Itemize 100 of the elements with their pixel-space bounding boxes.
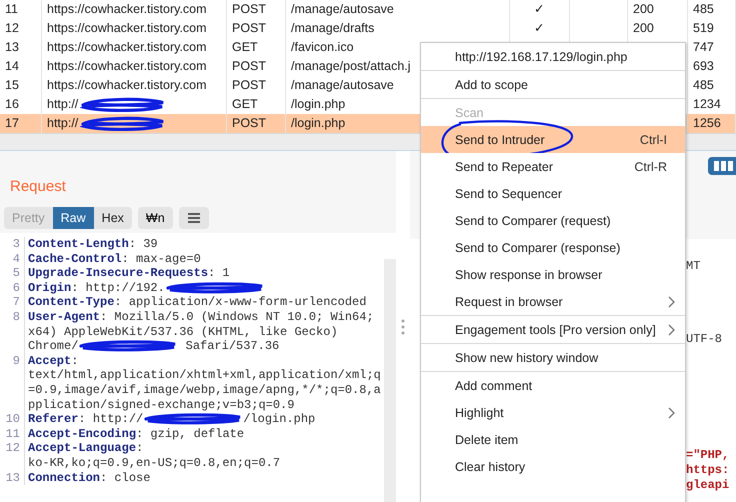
table-cell: GET <box>227 38 286 57</box>
menu-item[interactable]: http://192.168.17.129/login.php <box>421 43 685 70</box>
header-name: Cache-Control <box>28 252 122 266</box>
newline-toggle-button[interactable]: ₩n <box>138 207 173 229</box>
menu-item[interactable]: Delete item <box>421 426 685 453</box>
menu-item[interactable]: Send to Intruder Ctrl-I <box>421 126 685 153</box>
menu-item[interactable]: Clear history <box>421 453 685 480</box>
panel-title: Request <box>10 178 67 195</box>
table-cell: 747 <box>688 38 736 57</box>
line-number: 10 <box>0 412 25 427</box>
table-cell: POST <box>227 57 286 76</box>
code-text: UTF-8 <box>686 332 724 346</box>
chevron-right-icon <box>668 296 675 308</box>
table-cell: 11 <box>0 0 42 19</box>
line-number: 5 <box>0 266 25 281</box>
line-number: 6 <box>0 280 25 296</box>
line-number: 3 <box>0 237 25 252</box>
code-text: https: <box>686 462 730 478</box>
line-number: 8 <box>0 310 25 325</box>
menu-item[interactable]: Send to Comparer (response) <box>421 234 685 261</box>
line-number: 4 <box>0 252 25 266</box>
menu-item[interactable]: Add to scope <box>421 71 685 98</box>
table-cell: 14 <box>0 57 42 76</box>
code-text: : application/x-www-form-urlencoded <box>114 295 366 310</box>
line-number: 11 <box>0 426 25 442</box>
line-number: 9 <box>0 354 25 368</box>
code-text: : http://192. <box>71 280 165 296</box>
code-text: : <box>71 354 78 368</box>
header-name: Referer <box>28 412 78 427</box>
header-name: Content-Length <box>28 237 129 252</box>
menu-item[interactable]: Highlight <box>421 399 685 426</box>
table-cell: 693 <box>688 57 736 76</box>
header-name: Connection <box>28 470 100 486</box>
menu-item[interactable]: Show new history window <box>421 344 685 371</box>
line-number: 12 <box>0 441 25 456</box>
code-text: ="PHP, <box>686 448 730 463</box>
table-cell: /manage/drafts <box>286 19 510 38</box>
table-cell: 485 <box>688 0 736 19</box>
menu-item[interactable]: Send to Sequencer <box>421 180 685 207</box>
code-text: : http:// <box>78 412 144 427</box>
shortcut-label: Ctrl-R <box>634 160 667 174</box>
table-cell: 12 <box>0 19 42 38</box>
table-cell: https://cowhacker.tistory.com <box>42 19 227 38</box>
line-number: 7 <box>0 295 25 310</box>
code-text: : 1 <box>208 266 230 281</box>
table-cell: https://cowhacker.tistory.com <box>42 38 227 57</box>
code-text: : Mozilla/5.0 (Windows NT 10.0; Win64; <box>100 310 374 325</box>
view-tab[interactable]: Raw <box>52 207 94 229</box>
header-name: Content-Type <box>28 295 114 310</box>
header-name: Origin <box>28 280 72 296</box>
header-name: Accept <box>28 354 72 368</box>
shortcut-label: Ctrl-I <box>640 132 667 146</box>
menu-item[interactable]: Send to Repeater Ctrl-R <box>421 153 685 180</box>
grip-icon <box>401 319 405 335</box>
code-text: : 39 <box>128 237 158 252</box>
table-cell: 200 <box>628 0 688 19</box>
code-text: MT <box>686 258 702 274</box>
table-cell: POST <box>227 19 286 38</box>
table-cell: POST <box>227 76 286 95</box>
code-text: : max-age=0 <box>122 252 201 266</box>
code-text: gleapi <box>686 478 730 492</box>
table-cell: 485 <box>688 76 736 95</box>
header-name: Upgrade-Insecure-Requests <box>28 266 208 281</box>
code-text: Safari/537.36 <box>184 339 280 354</box>
layout-toggle-button[interactable] <box>708 157 736 175</box>
code-text: : gzip, deflate <box>136 426 244 442</box>
table-cell: https://cowhacker.tistory.com <box>42 57 227 76</box>
code-text: ko-KR,ko;q=0.9,en-US;q=0.8,en;q=0.7 <box>28 456 280 470</box>
table-cell: ✓ <box>510 0 570 19</box>
menu-icon <box>188 213 200 223</box>
menu-button[interactable] <box>178 207 209 229</box>
menu-item[interactable]: Engagement tools [Pro version only] <box>421 316 685 343</box>
header-name: User-Agent <box>28 310 100 325</box>
code-text: x64) AppleWebKit/537.36 (KHTML, like Gecko) <box>28 324 338 340</box>
code-text: pplication/signed-exchange;v=b3;q=0.9 <box>28 398 294 412</box>
table-cell: https://cowhacker.tistory.com <box>42 76 227 95</box>
table-cell: 15 <box>0 76 42 95</box>
table-cell: ✓ <box>510 19 570 38</box>
header-name: Accept-Encoding <box>28 426 136 442</box>
code-text: : close <box>100 470 150 486</box>
code-text: : <box>136 441 144 456</box>
header-name: Accept-Language <box>28 441 136 456</box>
table-cell: POST <box>227 0 286 19</box>
menu-item[interactable]: Show response in browser <box>421 261 685 288</box>
code-text: text/html,application/xhtml+xml,application/xml;q <box>28 368 381 383</box>
code-text: Chrome/ <box>28 339 78 354</box>
line-number: 13 <box>0 470 25 486</box>
menu-item[interactable]: Send to Comparer (request) <box>421 207 685 234</box>
table-cell: https://cowhacker.tistory.com <box>42 0 227 19</box>
code-text: /login.php <box>243 412 316 427</box>
chevron-right-icon <box>668 406 675 418</box>
columns-icon <box>714 161 734 171</box>
chevron-right-icon <box>668 324 675 336</box>
table-cell: 13 <box>0 38 42 57</box>
code-text: =0.9,image/avif,image/webp,image/apng,*/*;q=0.8,a <box>28 382 381 398</box>
menu-item[interactable]: Request in browser <box>421 288 685 315</box>
menu-item[interactable]: Add comment <box>421 372 685 399</box>
table-cell: 519 <box>688 19 736 38</box>
table-cell: 200 <box>628 19 688 38</box>
table-cell: /manage/autosave <box>286 0 510 19</box>
